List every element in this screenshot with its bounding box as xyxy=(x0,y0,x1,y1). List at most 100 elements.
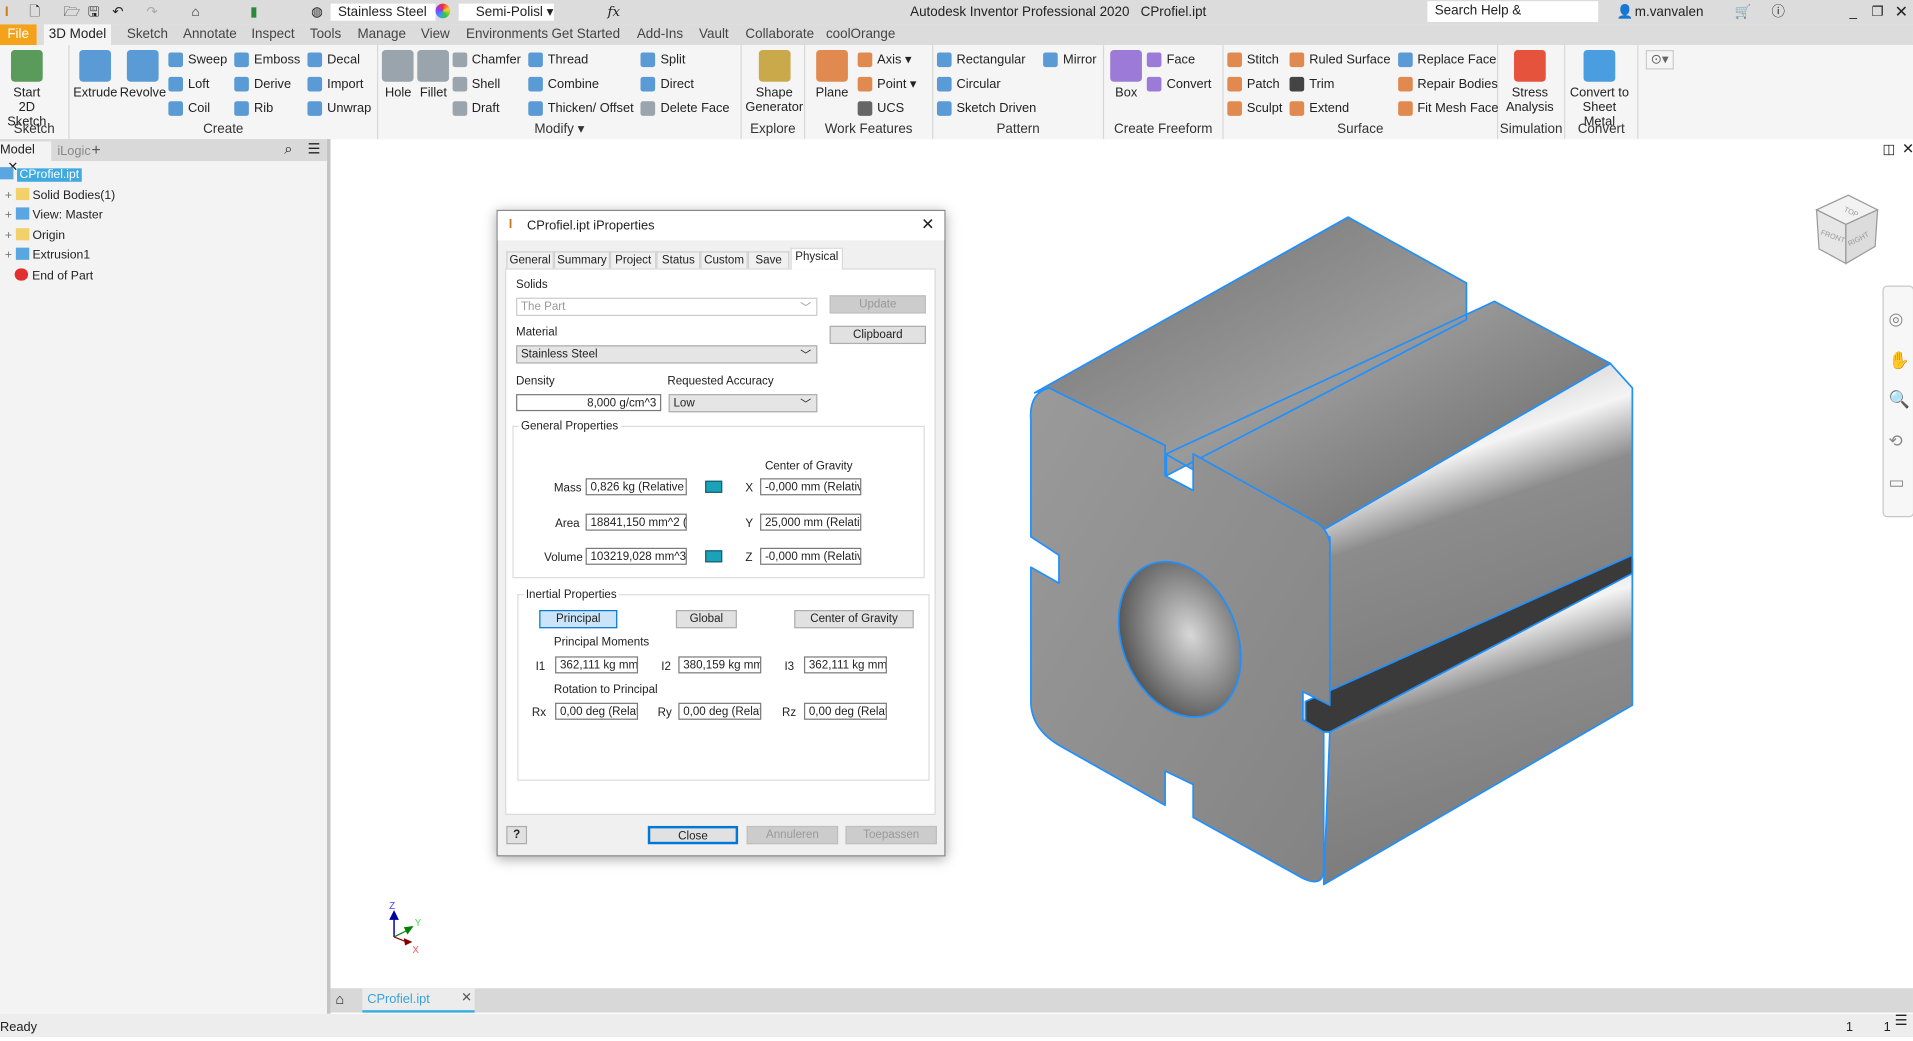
ry-field[interactable]: 0,00 deg (Relative xyxy=(678,702,762,720)
cancel-button[interactable]: Annuleren xyxy=(746,825,839,845)
zoom-icon[interactable]: 🔍 xyxy=(1889,389,1910,410)
import-button[interactable]: Import xyxy=(307,72,372,96)
ribbon-tab-view[interactable]: View xyxy=(416,24,455,45)
i2-field[interactable]: 380,159 kg mm^2 xyxy=(678,656,762,674)
new-icon[interactable]: 🗋 xyxy=(29,4,40,21)
ribbon-tab-manage[interactable]: Manage xyxy=(353,24,411,45)
fx-icon[interactable]: fx xyxy=(608,4,621,21)
ribbon-tab-add-ins[interactable]: Add-Ins xyxy=(632,24,688,45)
expand-icon[interactable]: + xyxy=(5,249,16,262)
repair-bodies-button[interactable]: Repair Bodies xyxy=(1397,72,1499,96)
help-icon[interactable]: ⓘ xyxy=(1771,4,1784,21)
pan-hand-icon[interactable]: ✋ xyxy=(1889,350,1910,371)
thread-button[interactable]: Thread xyxy=(528,48,633,72)
material-dropdown[interactable]: Stainless Steel ﹀ xyxy=(516,345,818,364)
fit-mesh-face-button[interactable]: Fit Mesh Face xyxy=(1397,96,1498,120)
extend-button[interactable]: Extend xyxy=(1289,96,1391,120)
expand-icon[interactable]: + xyxy=(5,209,16,222)
tree-item-extrusion1[interactable]: + Extrusion1 xyxy=(5,246,90,266)
appearance-dropdown[interactable]: Semi-Polisl ▾ xyxy=(458,3,554,21)
area-field[interactable]: 18841,150 mm^2 (Relative xyxy=(585,513,687,531)
convert-button[interactable]: Convert xyxy=(1147,72,1211,96)
face-button[interactable]: Face xyxy=(1147,48,1211,72)
close-button[interactable]: Close xyxy=(647,825,739,845)
browser-tab-model[interactable]: Model ✕ xyxy=(0,141,52,174)
mirror-button[interactable]: Mirror xyxy=(1043,48,1097,72)
expand-icon[interactable]: + xyxy=(5,229,16,242)
sculpt-button[interactable]: Sculpt xyxy=(1227,96,1282,120)
clipboard-button[interactable]: Clipboard xyxy=(829,325,926,345)
ribbon-customize-icon[interactable]: ⊙▾ xyxy=(1645,50,1674,70)
home-icon[interactable]: ⌂ xyxy=(192,4,200,21)
tab-status[interactable]: Status xyxy=(656,251,701,269)
update-button[interactable]: Update xyxy=(829,295,926,314)
status-menu-icon[interactable]: ☰ xyxy=(1895,1007,1908,1034)
tree-item-origin[interactable]: + Origin xyxy=(5,226,65,246)
add-tab-icon[interactable]: + xyxy=(92,140,101,158)
open-icon[interactable]: 🗁 xyxy=(63,4,80,21)
stitch-button[interactable]: Stitch xyxy=(1227,48,1282,72)
home-tab-icon[interactable]: ⌂ xyxy=(336,991,345,1008)
orbit-icon[interactable]: ⟲ xyxy=(1889,431,1903,452)
viewcube[interactable]: TOP FRONT RIGHT xyxy=(1807,188,1892,273)
ribbon-tab-vault[interactable]: Vault xyxy=(694,24,733,45)
ribbon-tab-get-started[interactable]: Get Started xyxy=(547,24,625,45)
ribbon-tab-3d-model[interactable]: 3D Model xyxy=(43,24,112,46)
ribbon-tab-file[interactable]: File xyxy=(0,24,37,46)
direct-button[interactable]: Direct xyxy=(640,72,730,96)
draft-button[interactable]: Draft xyxy=(452,96,521,120)
tree-item-solid-bodies-1[interactable]: + Solid Bodies(1) xyxy=(5,186,115,206)
patch-button[interactable]: Patch xyxy=(1227,72,1282,96)
split-button[interactable]: Split xyxy=(640,48,730,72)
delete-face-button[interactable]: Delete Face xyxy=(640,96,730,120)
shell-button[interactable]: Shell xyxy=(452,72,521,96)
volume-field[interactable]: 103219,028 mm^3 (Relative xyxy=(585,547,687,565)
center-of-gravity-button[interactable]: Center of Gravity xyxy=(794,610,914,629)
cog-x-field[interactable]: -0,000 mm (Relative xyxy=(760,478,862,496)
color-wheel-icon[interactable] xyxy=(435,3,451,19)
dialog-close-icon[interactable]: ✕ xyxy=(921,215,934,235)
tree-item-view-master[interactable]: + View: Master xyxy=(5,206,103,226)
calculator-icon[interactable] xyxy=(705,480,723,493)
ribbon-tab-environments[interactable]: Environments xyxy=(461,24,553,45)
steering-wheel-icon[interactable]: ◎ xyxy=(1889,309,1904,330)
ribbon-tab-sketch[interactable]: Sketch xyxy=(122,24,173,45)
tab-summary[interactable]: Summary xyxy=(553,251,610,269)
combine-button[interactable]: Combine xyxy=(528,72,633,96)
material-dropdown[interactable]: Stainless Steel ▾ xyxy=(330,3,436,37)
global-button[interactable]: Global xyxy=(675,610,737,629)
menu-icon[interactable]: ☰ xyxy=(307,140,320,157)
replace-face-button[interactable]: Replace Face xyxy=(1397,48,1499,72)
i3-field[interactable]: 362,111 kg mm^2 xyxy=(803,656,887,674)
calculator-icon[interactable] xyxy=(705,550,723,563)
close-view-icon[interactable]: ✕ xyxy=(1902,140,1913,157)
mass-field[interactable]: 0,826 kg (Relative Error xyxy=(585,478,687,496)
tab-save[interactable]: Save xyxy=(747,251,790,269)
tab-project[interactable]: Project xyxy=(610,251,657,269)
sweep-button[interactable]: Sweep xyxy=(168,48,227,72)
apply-button[interactable]: Toepassen xyxy=(845,825,937,845)
tab-physical[interactable]: Physical xyxy=(790,247,844,270)
close-window-button[interactable]: ✕ xyxy=(1895,3,1908,21)
ribbon-tab-annotate[interactable]: Annotate xyxy=(178,24,241,45)
expand-icon[interactable]: + xyxy=(5,188,16,201)
look-at-icon[interactable]: ▭ xyxy=(1889,472,1905,493)
ribbon-tab-inspect[interactable]: Inspect xyxy=(246,24,299,45)
coil-button[interactable]: Coil xyxy=(168,96,228,120)
redo-icon[interactable]: ↷ xyxy=(146,4,157,21)
ribbon-tab-collaborate[interactable]: Collaborate xyxy=(741,24,819,45)
close-doc-icon[interactable]: ✕ xyxy=(461,991,472,1006)
solids-dropdown-field[interactable]: The Part ﹀ xyxy=(516,297,818,316)
axis-button[interactable]: Axis ▾ xyxy=(857,48,917,72)
derive-button[interactable]: Derive xyxy=(234,72,301,96)
ribbon-tab-tools[interactable]: Tools xyxy=(305,24,346,45)
thicken-button[interactable]: Thicken/ Offset xyxy=(528,96,634,120)
trim-button[interactable]: Trim xyxy=(1289,72,1391,96)
doc-tab-cprofiel[interactable]: CProfiel.ipt ✕ xyxy=(362,988,475,1013)
browser-tab-ilogic[interactable]: iLogic xyxy=(57,144,90,159)
save-icon[interactable]: 🖫 xyxy=(88,4,99,21)
search-help-input[interactable]: Search Help & Commands... xyxy=(1427,1,1599,39)
minimize-button[interactable]: _ xyxy=(1850,4,1857,21)
cog-z-field[interactable]: -0,000 mm (Relative xyxy=(760,547,862,565)
point-button[interactable]: Point ▾ xyxy=(857,72,916,96)
